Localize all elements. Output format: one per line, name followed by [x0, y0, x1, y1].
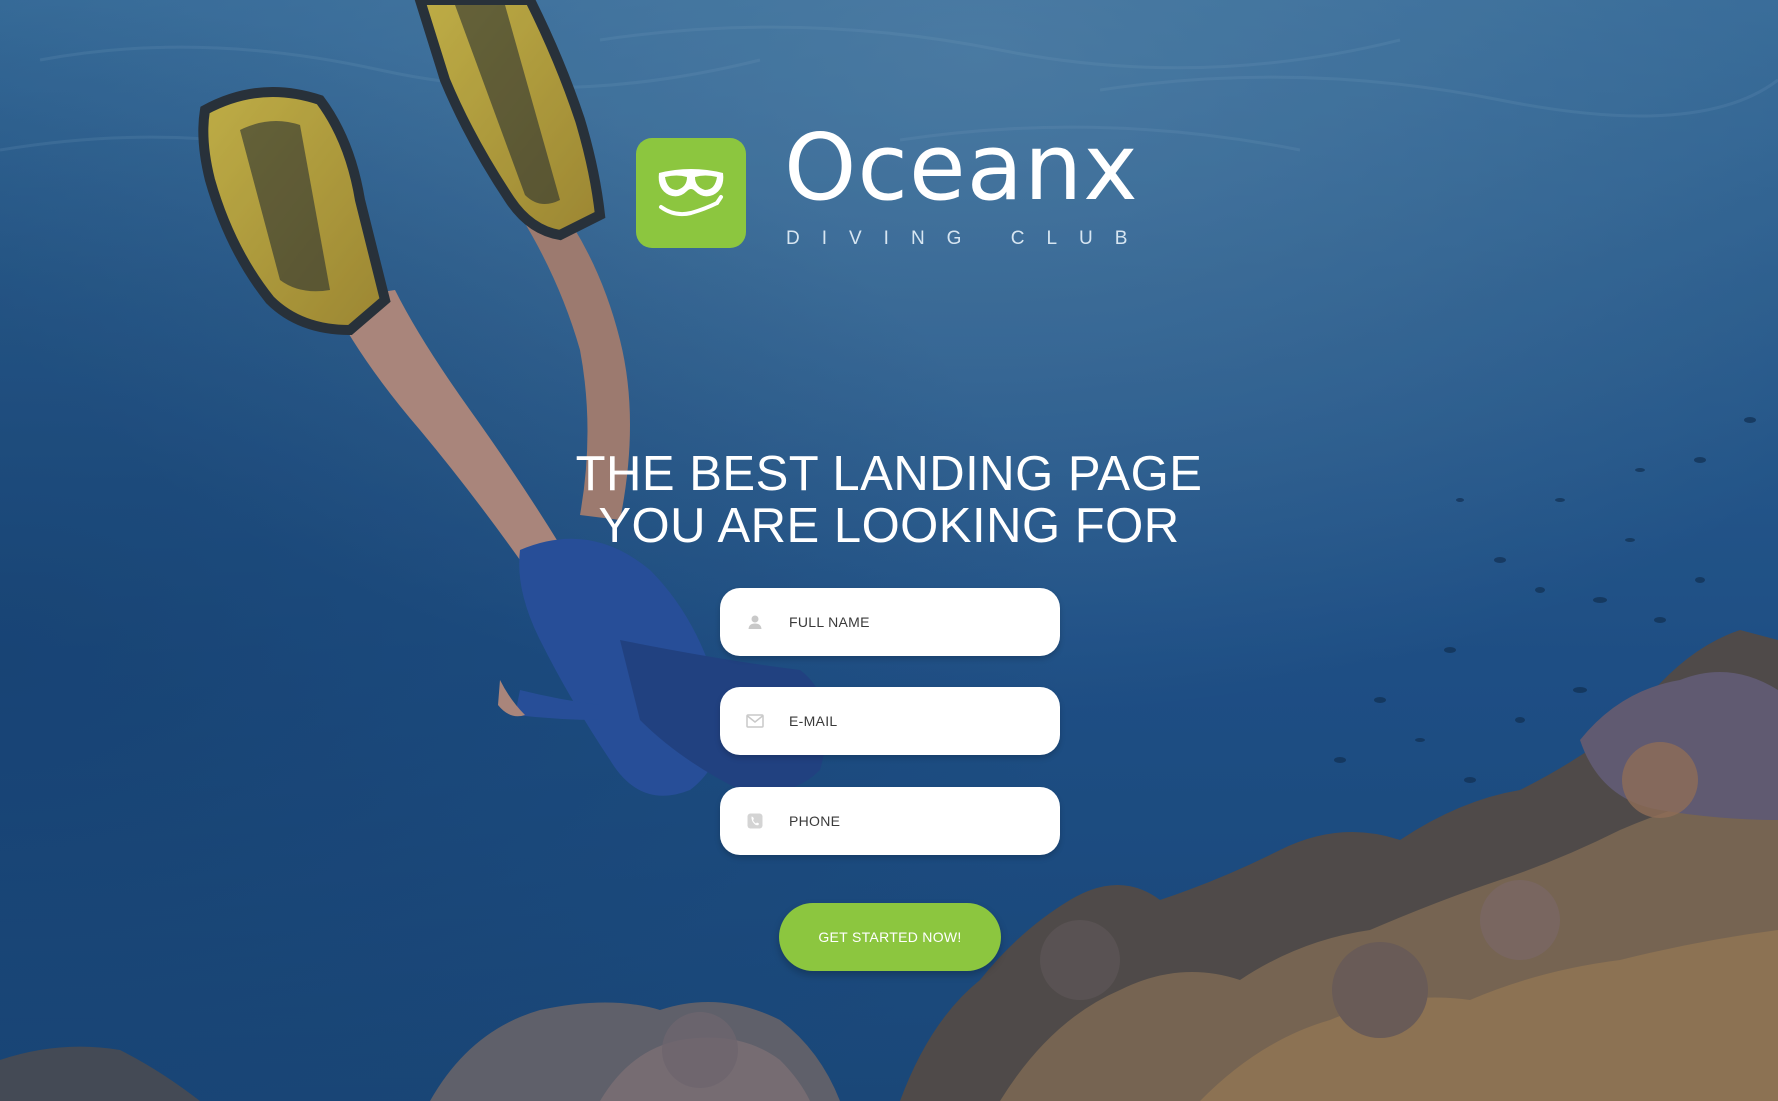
phone-placeholder: PHONE: [789, 813, 841, 829]
hero-headline: THE BEST LANDING PAGE YOU ARE LOOKING FO…: [489, 448, 1289, 552]
diving-mask-icon: [636, 138, 746, 248]
brand-name: Oceanx: [784, 114, 1139, 221]
envelope-icon: [745, 711, 765, 731]
email-field[interactable]: E-MAIL: [720, 687, 1060, 755]
user-icon: [745, 612, 765, 632]
phone-icon: [745, 811, 765, 831]
headline-line-1: THE BEST LANDING PAGE: [575, 447, 1203, 501]
full-name-field[interactable]: FULL NAME: [720, 588, 1060, 656]
get-started-button[interactable]: GET STARTED NOW!: [779, 903, 1001, 971]
brand-tagline: DIVING CLUB: [786, 228, 1150, 249]
brand-logo[interactable]: Oceanx DIVING CLUB: [636, 122, 1156, 256]
full-name-placeholder: FULL NAME: [789, 614, 870, 630]
email-placeholder: E-MAIL: [789, 713, 838, 729]
headline-line-2: YOU ARE LOOKING FOR: [598, 499, 1180, 553]
phone-field[interactable]: PHONE: [720, 787, 1060, 855]
